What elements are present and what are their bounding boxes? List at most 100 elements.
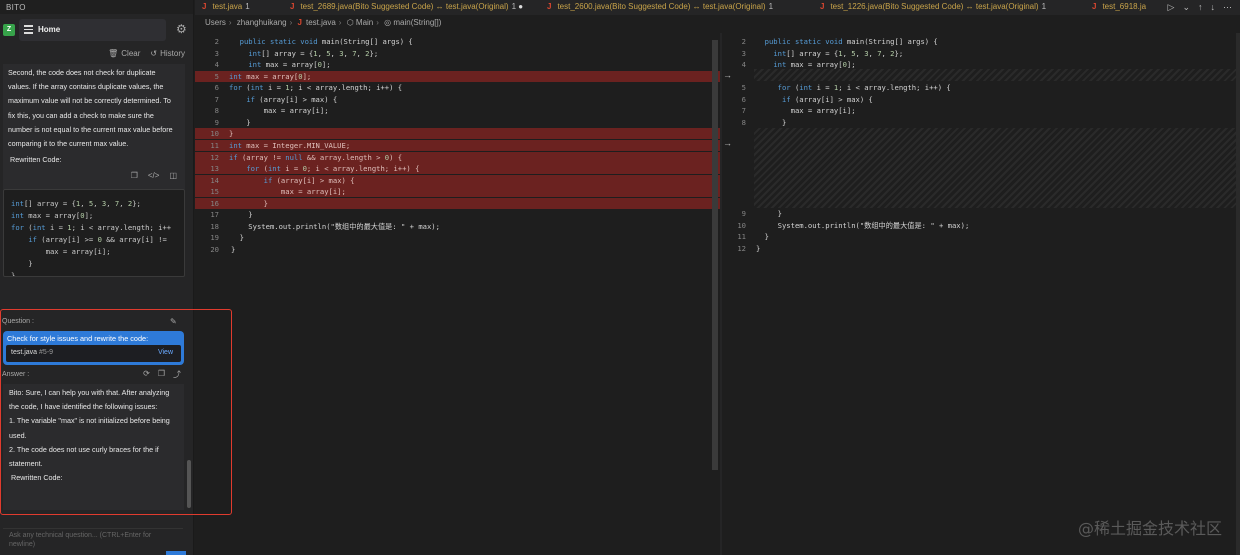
chat-toolbar: 🗑 Clear ↺ History (108, 49, 185, 58)
scrollbar[interactable] (712, 40, 718, 470)
line-number: 18 (210, 221, 219, 231)
diff-placeholder (754, 128, 1240, 208)
line-code: System.out.println("数组中的最大值是: " + max); (231, 221, 440, 231)
line-number: 9 (741, 209, 746, 218)
answer-item: 2. The code does not use curly braces fo… (9, 444, 159, 469)
deleted-line: 15 max = array[i]; (195, 186, 720, 198)
home-tab[interactable]: Home (19, 19, 166, 41)
code-snippet: int[] array = {1, 5, 3, 7, 2}; int max = … (3, 189, 185, 278)
code-line: 4 int max = array[0]; (722, 59, 1240, 70)
tab-count: 1 (245, 2, 250, 11)
line-number: 7 (741, 106, 746, 115)
line-code: } (231, 233, 244, 243)
tab-3[interactable]: Jtest_2600.java(Bito Suggested Code) ↔ t… (547, 0, 773, 15)
line-number: 5 (741, 83, 746, 92)
ask-input[interactable]: Ask any technical question... (CTRL+Ente… (3, 528, 183, 555)
deleted-line: 16 } (195, 197, 720, 209)
code-line: 8 max = array[i]; (195, 105, 720, 116)
tab-actions: ▷ ⌄ ↑ ↓ ⋯ (1152, 0, 1240, 15)
avatar[interactable]: Z (3, 24, 15, 36)
history-button[interactable]: ↺ History (150, 49, 185, 58)
down-arrow-icon[interactable]: ↓ (1211, 0, 1216, 15)
panel-title: BITO (0, 0, 193, 14)
answer-text: Bito: Sure, I can help you with that. Af… (3, 384, 184, 510)
share-icon[interactable]: ⤴ (173, 369, 181, 380)
code-line: 4 int max = array[0]; (195, 59, 720, 70)
insert-code-icon[interactable]: </> (148, 171, 160, 189)
java-icon: J (297, 18, 302, 27)
code-line: 2 public static void main(String[] args)… (722, 36, 1240, 47)
line-code: int max = array[0]; (773, 60, 856, 69)
line-code: } (756, 232, 769, 241)
answer-item: 1. The variable "max" is not initialized… (9, 416, 170, 440)
diff-icon[interactable]: ◫ (169, 171, 177, 189)
suggested-editor[interactable]: 2 public static void main(String[] args)… (722, 33, 1240, 555)
breadcrumb-method[interactable]: main(String[]) (393, 18, 441, 27)
code-line: 17 } (195, 209, 720, 220)
up-arrow-icon[interactable]: ↑ (1198, 0, 1203, 15)
regenerate-icon[interactable]: ⟳ (143, 369, 150, 380)
code-line: 6 if (array[i] > max) { (722, 94, 1240, 105)
question-file-ref[interactable]: test.java #5-9 View (6, 345, 181, 362)
tab-label: test.java (212, 2, 243, 11)
code-line: } (11, 271, 16, 278)
line-code: int max = array[0]; (229, 71, 312, 81)
line-range: #5-9 (39, 349, 54, 356)
scrollbar[interactable] (187, 460, 191, 508)
deleted-line: 14 if (array[i] > max) { (195, 174, 720, 186)
method-icon: ◎ (384, 18, 392, 27)
clear-button[interactable]: 🗑 Clear (108, 49, 140, 58)
line-code: int max = Integer.MIN_VALUE; (229, 140, 351, 150)
line-code: for (int i = 1; i < array.length; i++) { (229, 83, 403, 93)
trash-icon: 🗑 (108, 49, 119, 58)
breadcrumb-user[interactable]: zhanghuikang (237, 18, 287, 27)
line-number: 9 (214, 117, 219, 127)
class-icon: ⬡ (346, 18, 354, 27)
line-code: int max = array[0]; (248, 60, 331, 70)
more-icon[interactable]: ⋯ (1223, 0, 1232, 15)
breadcrumb-class[interactable]: Main (356, 18, 373, 27)
send-button[interactable] (166, 551, 186, 555)
line-number: 6 (741, 94, 746, 104)
breadcrumb-users[interactable]: Users (205, 18, 226, 27)
run-icon[interactable]: ▷ (1168, 0, 1175, 15)
code-line: if (array[i] >= 0 && array[i] != (28, 235, 167, 245)
code-line: 9 } (195, 117, 720, 128)
menu-icon (24, 25, 33, 34)
split-icon[interactable]: ⌄ (1182, 0, 1190, 15)
line-number: 4 (214, 60, 219, 70)
copy-icon[interactable]: ❐ (158, 369, 165, 380)
line-code: if (array[i] > max) { (781, 94, 873, 104)
line-code: max = array[i]; (229, 106, 329, 116)
tab-5[interactable]: Jtest_6918.ja (1092, 0, 1149, 15)
question-text: Check for style issues and rewrite the c… (7, 334, 149, 343)
java-icon: J (820, 2, 825, 11)
tab-2[interactable]: Jtest_2689.java(Bito Suggested Code) ↔ t… (290, 0, 523, 15)
scrollbar[interactable] (1236, 33, 1240, 555)
tab-4[interactable]: Jtest_1226.java(Bito Suggested Code) ↔ t… (820, 0, 1046, 15)
code-line: 11 } (722, 231, 1240, 242)
line-number: 12 (210, 152, 219, 162)
java-icon: J (290, 2, 295, 11)
tab-1[interactable]: Jtest.java 1 (202, 0, 250, 15)
gear-icon[interactable]: ⚙ (176, 23, 189, 36)
line-code: int[] array = {1, 5, 3, 7, 2}; (773, 48, 904, 58)
copy-icon[interactable]: ❐ (131, 171, 138, 189)
code-line: 20} (195, 244, 720, 255)
bito-panel: BITO Z Home ⚙ 🗑 Clear ↺ History Second, th… (0, 0, 194, 555)
code-line: 7 max = array[i]; (722, 105, 1240, 116)
line-code: public static void main(String[] args) { (239, 37, 413, 46)
original-editor[interactable]: 2 public static void main(String[] args)… (195, 33, 720, 555)
line-code: if (array[i] > max) { (263, 175, 355, 185)
line-code: max = array[i]; (229, 187, 346, 197)
edit-icon[interactable]: ✎ (170, 317, 177, 326)
breadcrumb-file[interactable]: test.java (306, 18, 336, 27)
deleted-line: 13 for (int i = 0; i < array.length; i++… (195, 163, 720, 175)
code-line: 3 int[] array = {1, 5, 3, 7, 2}; (722, 48, 1240, 59)
line-number: 2 (214, 37, 219, 46)
line-number: 19 (210, 233, 219, 243)
line-code: for (int i = 0; i < array.length; i++) { (246, 164, 420, 174)
line-number: 8 (214, 106, 219, 116)
view-link[interactable]: View (158, 349, 173, 356)
line-code: int[] array = {1, 5, 3, 7, 2}; (248, 48, 379, 58)
